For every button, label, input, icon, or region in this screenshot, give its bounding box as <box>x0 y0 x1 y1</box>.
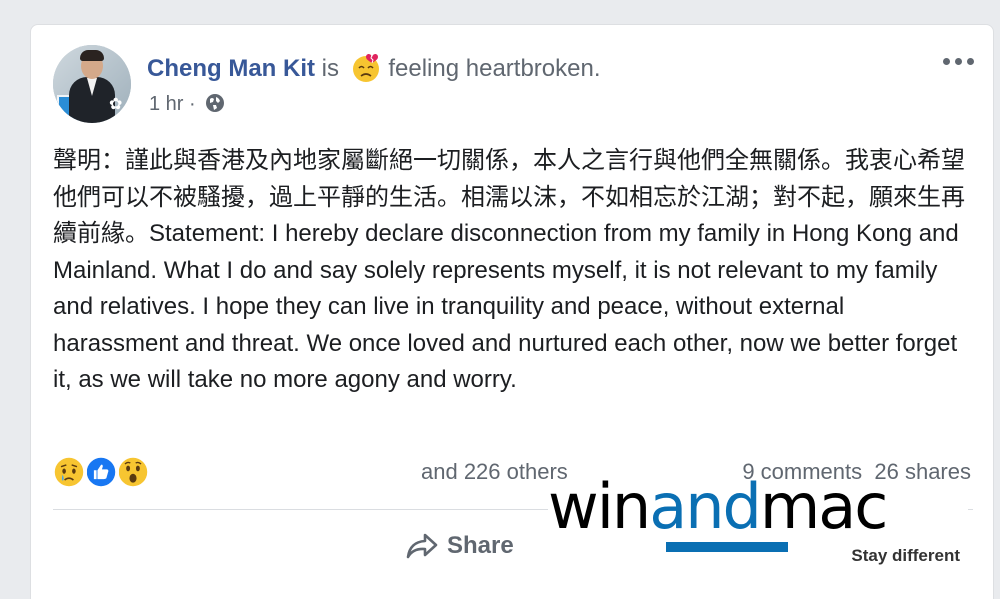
post-meta: 1 hr · <box>149 93 225 116</box>
winandmac-watermark: winandmac Stay different <box>548 470 968 580</box>
share-label: Share <box>447 532 514 559</box>
watermark-logo: winandmac <box>548 470 888 543</box>
post-body-text: 聲明：謹此與香港及內地家屬斷絕一切關係，本人之言行與他們全無關係。我衷心希望他們… <box>53 147 965 393</box>
feeling-text[interactable]: feeling heartbroken. <box>388 55 600 82</box>
more-options-icon[interactable] <box>943 55 977 69</box>
share-button[interactable]: Share <box>405 531 514 571</box>
post-header: Cheng Man Kit is feeling heartbroken. <box>147 53 601 83</box>
like-reaction-icon <box>83 454 119 490</box>
reaction-count[interactable]: and 226 others <box>421 459 568 485</box>
watermark-underline <box>666 542 788 552</box>
globe-icon[interactable] <box>205 93 225 113</box>
share-icon <box>406 533 438 559</box>
watermark-brand-suffix: mac <box>759 470 888 543</box>
reaction-icons[interactable] <box>51 454 161 492</box>
watermark-brand-mid: and <box>649 470 762 543</box>
heartbroken-face-emoji <box>352 53 379 82</box>
watermark-brand-prefix: win <box>548 470 651 543</box>
author-name[interactable]: Cheng Man Kit <box>147 55 315 82</box>
connector-text: is <box>321 55 340 82</box>
bauhinia-icon: ✿ <box>109 96 123 113</box>
watermark-tagline: Stay different <box>851 546 960 565</box>
meta-separator: · <box>189 93 196 115</box>
wow-reaction-icon <box>115 454 151 490</box>
sad-reaction-icon <box>51 454 87 490</box>
avatar[interactable]: ✿ <box>53 45 131 123</box>
avatar-hair <box>80 50 104 61</box>
timestamp[interactable]: 1 hr <box>149 93 183 115</box>
